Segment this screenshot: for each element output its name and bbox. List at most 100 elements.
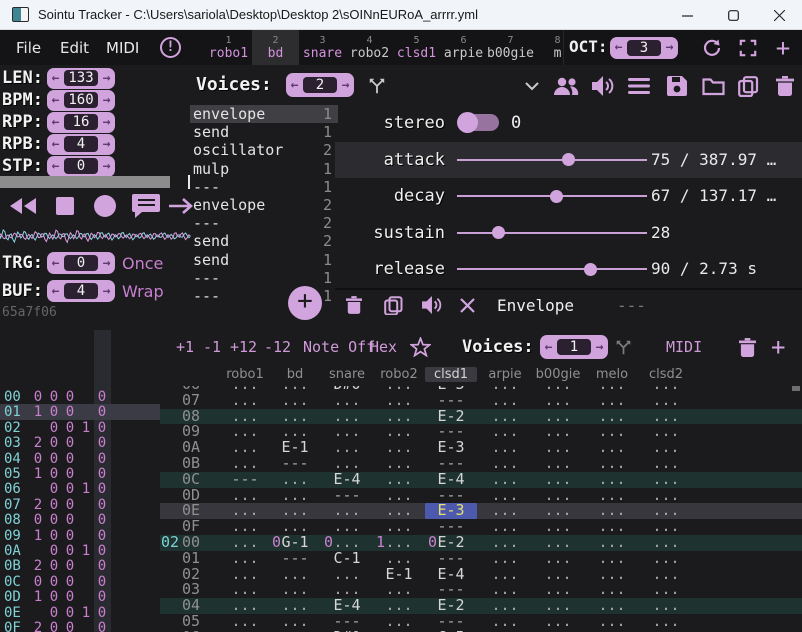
tab-instrument-robo2[interactable]: 4robo2 [346, 30, 393, 65]
unit-row-envelope[interactable]: envelope1 [190, 105, 338, 123]
order-cell[interactable]: 0 [62, 574, 78, 590]
order-cell[interactable]: 0 [62, 389, 78, 405]
close-button[interactable] [756, 0, 802, 30]
record-button[interactable] [94, 192, 116, 220]
order-cell[interactable]: 0 [62, 497, 78, 513]
unit-row-dashdashdash[interactable]: ---1 [190, 269, 338, 287]
pattern-track-header-robo1[interactable]: robo1 [219, 367, 271, 382]
transpose-plus12-button[interactable]: +12 [230, 328, 257, 366]
order-cell[interactable]: 0 [94, 451, 110, 467]
voices-value[interactable]: 2 [303, 77, 337, 93]
track-voices-value[interactable]: 1 [557, 339, 591, 355]
buf-row-increment[interactable]: → [98, 284, 115, 299]
split-icon[interactable] [366, 75, 388, 97]
order-row-02[interactable]: 020010 [0, 420, 160, 435]
folder-icon[interactable] [699, 75, 727, 97]
order-row-04[interactable]: 040000 [0, 451, 160, 466]
unit-row-mulp[interactable]: mulp1 [190, 160, 338, 178]
tab-instrument-snare[interactable]: 3snare [299, 30, 346, 65]
copy-icon[interactable] [384, 294, 403, 316]
order-cell[interactable]: 0 [46, 466, 62, 482]
volume-icon[interactable] [589, 75, 615, 97]
len-decrement[interactable]: ← [47, 71, 64, 86]
order-cell[interactable]: 0 [62, 589, 78, 605]
octave-increment[interactable]: → [661, 40, 678, 55]
order-cell[interactable]: 1 [78, 481, 94, 497]
pattern-track-header-robo2[interactable]: robo2 [373, 367, 425, 382]
menu-midi[interactable]: MIDI [106, 30, 139, 65]
transpose-plus1-button[interactable]: +1 [176, 328, 194, 366]
trg-row-increment[interactable]: → [98, 256, 115, 271]
pattern-track-header-clsd1[interactable]: clsd1 [425, 367, 477, 382]
order-row-08[interactable]: 080000 [0, 512, 160, 527]
order-cell[interactable]: 2 [30, 497, 46, 513]
order-row-07[interactable]: 072000 [0, 497, 160, 512]
order-cell[interactable]: 1 [30, 528, 46, 544]
track-voices-increment[interactable]: → [591, 340, 608, 355]
order-cell[interactable]: 0 [46, 558, 62, 574]
order-cell[interactable]: 0 [46, 389, 62, 405]
minimize-button[interactable] [664, 0, 710, 30]
order-row-05[interactable]: 051000 [0, 466, 160, 481]
order-cell[interactable]: 0 [62, 543, 78, 559]
midi-button[interactable]: MIDI [666, 328, 702, 366]
voices-increment[interactable]: → [337, 78, 354, 93]
unit-row-dashdashdash[interactable]: ---2 [190, 214, 338, 232]
order-row-09[interactable]: 091000 [0, 528, 160, 543]
order-cell[interactable]: 0 [46, 543, 62, 559]
order-cell[interactable]: 0 [94, 605, 110, 621]
rpb-increment[interactable]: → [98, 137, 115, 152]
order-row-0F[interactable]: 0F2000 [0, 620, 160, 632]
chevron-down-icon[interactable] [522, 75, 542, 97]
stop-button[interactable] [56, 192, 74, 220]
pattern-track-header-b00gie[interactable]: b00gie [532, 367, 584, 382]
order-cell[interactable]: 0 [94, 404, 110, 420]
transpose-minus12-button[interactable]: -12 [264, 328, 291, 366]
transpose-minus1-button[interactable]: -1 [203, 328, 221, 366]
order-cell[interactable]: 1 [78, 420, 94, 436]
order-cell[interactable]: 1 [30, 589, 46, 605]
order-cell[interactable]: 0 [62, 512, 78, 528]
menu-file[interactable]: File [16, 30, 41, 65]
order-cell[interactable]: 2 [30, 558, 46, 574]
tab-instrument-b00gie[interactable]: 7b00gie [487, 30, 534, 65]
order-cell[interactable]: 0 [94, 435, 110, 451]
voices-spinner[interactable]: ←2→ [286, 73, 354, 97]
pattern-track-header-snare[interactable]: snare [321, 367, 373, 382]
octave-spinner[interactable]: ←3→ [610, 36, 678, 59]
add-track-button[interactable]: + [771, 328, 785, 366]
trg-row-value[interactable]: 0 [64, 255, 98, 271]
order-cell[interactable]: 0 [62, 466, 78, 482]
slider-knob[interactable] [584, 263, 597, 276]
order-row-03[interactable]: 032000 [0, 435, 160, 450]
pattern-track-header-melo[interactable]: melo [586, 367, 638, 382]
track-voices-spinner[interactable]: ←1→ [540, 328, 608, 366]
order-cell[interactable]: 0 [46, 620, 62, 632]
song-progress-bar[interactable] [0, 176, 170, 188]
tab-instrument-bd[interactable]: 2bd [252, 30, 299, 65]
param-row-stereo[interactable]: stereo0 [335, 105, 802, 142]
order-cell[interactable]: 0 [94, 389, 110, 405]
order-row-0D[interactable]: 0D1000 [0, 589, 160, 604]
param-row-release[interactable]: release90 / 2.73 s [335, 251, 802, 288]
order-cell[interactable]: 0 [62, 558, 78, 574]
order-cell[interactable]: 0 [94, 420, 110, 436]
trash-icon[interactable] [346, 294, 362, 316]
order-cell[interactable]: 0 [46, 404, 62, 420]
menu-edit[interactable]: Edit [60, 30, 89, 65]
voices-decrement[interactable]: ← [286, 78, 303, 93]
order-cell[interactable]: 0 [46, 435, 62, 451]
order-cell[interactable]: 0 [30, 451, 46, 467]
rpp-increment[interactable]: → [98, 115, 115, 130]
order-cell[interactable]: 0 [94, 466, 110, 482]
order-cell[interactable]: 0 [62, 451, 78, 467]
slider-track[interactable] [457, 232, 647, 234]
stp-decrement[interactable]: ← [47, 159, 64, 174]
add-unit-button[interactable]: + [288, 286, 322, 320]
order-cell[interactable]: 0 [94, 558, 110, 574]
users-icon[interactable] [551, 75, 581, 97]
order-row-0E[interactable]: 0E0010 [0, 605, 160, 620]
order-cell[interactable]: 0 [46, 451, 62, 467]
order-cell[interactable]: 0 [62, 528, 78, 544]
octave-decrement[interactable]: ← [610, 40, 627, 55]
